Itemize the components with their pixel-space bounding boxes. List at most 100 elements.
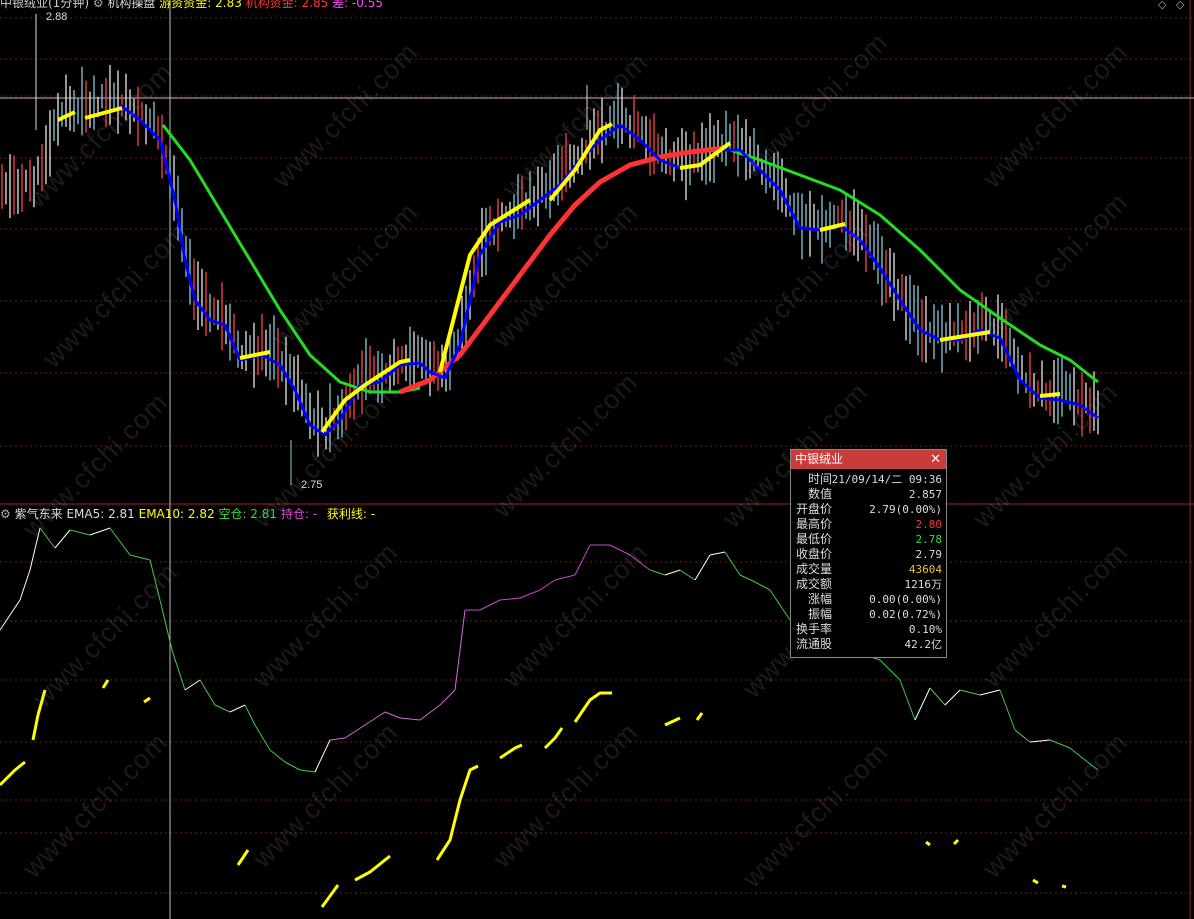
info-row-value: 42.2亿 <box>904 638 943 651</box>
chicang-value: 持仓: - <box>280 507 318 521</box>
sub-line <box>454 609 466 691</box>
yellow-sub-segment <box>664 716 681 727</box>
sub-line <box>54 529 71 549</box>
info-row: 振幅 0.02(0.72%) <box>791 607 946 622</box>
info-row: 换手率 0.10% <box>791 622 946 637</box>
yellow-sub-segment <box>925 840 931 847</box>
info-window-title: 中银绒业 <box>795 452 844 466</box>
sub-line <box>129 554 151 561</box>
sub-line <box>739 574 756 583</box>
info-row-value: 2.79(0.00%) <box>869 503 942 516</box>
gear-icon[interactable]: ⚙ <box>0 507 11 521</box>
yellow-sub-segment <box>1061 884 1067 889</box>
sub-line <box>709 551 726 556</box>
sub-line <box>314 739 331 773</box>
yellow-segment <box>1039 392 1061 398</box>
info-row: 成交额 1216万 <box>791 577 946 592</box>
yellow-sub-segment <box>236 849 250 866</box>
high-price-label: 2.88 <box>46 11 68 23</box>
sub-line <box>899 679 916 721</box>
info-row-label: 成交额 <box>796 577 833 591</box>
sub-line <box>109 527 131 556</box>
info-window-title-bar[interactable]: 中银绒业 ✕ <box>791 450 946 469</box>
sub-line <box>609 544 631 556</box>
yellow-sub-segment <box>31 689 47 741</box>
info-row-label: 涨幅 <box>808 592 833 606</box>
yellow-sub-segment <box>143 696 151 704</box>
sub-line <box>344 724 366 739</box>
sub-line <box>679 569 696 581</box>
info-row-value: 0.10% <box>908 623 942 636</box>
sub-line <box>199 679 216 706</box>
yellow-sub-segment <box>543 727 564 750</box>
sub-line <box>39 527 56 549</box>
sub-line <box>329 737 346 741</box>
sub-line <box>539 579 556 591</box>
yellow-sub-segment <box>499 743 523 760</box>
info-row: 最高价 2.80 <box>791 517 946 532</box>
sub-line <box>19 569 31 601</box>
sub-line <box>769 589 791 621</box>
yellow-segment <box>548 122 613 202</box>
info-row: 收盘价 2.79 <box>791 547 946 562</box>
info-row-value: 2.78 <box>915 533 943 546</box>
info-row-value: 1216万 <box>904 578 943 591</box>
sub-line <box>694 554 711 581</box>
ema5-value: EMA5: 2.81 <box>66 507 135 521</box>
sub-line <box>724 551 741 576</box>
sub-line <box>439 689 456 706</box>
info-row-label: 收盘价 <box>796 547 833 561</box>
low-price-label: 2.75 <box>301 479 323 491</box>
yellow-sub-segment <box>952 838 960 846</box>
sub-indicator-name: 紫气东来 <box>14 507 63 521</box>
yellow-sub-segment <box>320 884 340 908</box>
indicator-name: 机构操盘 <box>107 0 156 10</box>
info-row-value: 2.80 <box>915 518 943 531</box>
sub-line <box>959 689 981 696</box>
sub-line <box>244 704 256 726</box>
yellow-sub-segment <box>354 854 391 882</box>
info-row-value: 2.79 <box>915 548 943 561</box>
sub-line <box>1084 759 1099 771</box>
huolixian-value: 获利线: - <box>326 507 376 521</box>
sub-line <box>479 599 501 611</box>
data-info-window[interactable]: 中银绒业 ✕ 时间 21/09/14/二 09:36 数值 2.857 开盘价 2.79(… <box>790 449 947 658</box>
info-row: 涨幅 0.00(0.00%) <box>791 592 946 607</box>
yellow-sub-segment <box>0 760 26 787</box>
ema10-value: EMA10: 2.82 <box>138 507 215 521</box>
gear-icon[interactable]: ⚙ <box>93 0 104 10</box>
diamond-icon[interactable]: ◇ <box>1176 0 1184 11</box>
info-row-label: 最低价 <box>796 532 833 546</box>
diamond-icon[interactable]: ◇ <box>1158 0 1166 11</box>
sub-line <box>519 589 541 599</box>
sub-line <box>69 529 91 536</box>
info-row-label: 时间 <box>808 472 833 486</box>
info-row-value: 0.02(0.72%) <box>869 608 942 621</box>
kongcang-value: 空仓: 2.81 <box>218 507 278 521</box>
sub-line <box>229 704 246 713</box>
sub-line <box>999 689 1016 731</box>
slow-line <box>729 148 1099 384</box>
sub-line <box>649 569 666 576</box>
sub-line <box>914 687 931 721</box>
info-row-value: 43604 <box>908 563 942 576</box>
info-row-value: 2.857 <box>908 488 942 501</box>
sub-line <box>171 649 186 691</box>
sub-line <box>89 527 111 536</box>
info-row: 流通股 42.2亿 <box>791 637 946 652</box>
close-icon[interactable]: ✕ <box>930 450 941 469</box>
info-row-label: 开盘价 <box>796 502 833 516</box>
info-row-label: 成交量 <box>796 562 833 576</box>
chart-canvas[interactable] <box>0 0 1194 919</box>
sub-line <box>419 704 441 721</box>
sub-line <box>1049 739 1071 749</box>
sub-indicator-header: ⚙ 紫气东来 EMA5: 2.81 EMA10: 2.82 空仓: 2.81 持… <box>0 507 375 521</box>
sub-line <box>299 769 316 773</box>
info-row: 数值 2.857 <box>791 487 946 502</box>
sub-line <box>149 559 161 601</box>
fast-line <box>119 103 1099 437</box>
sub-line <box>29 527 41 571</box>
top-indicator-header: 中银绒业(1分钟) ⚙ 机构操盘 游资资金: 2.83 机构资金: 2.85 差… <box>0 0 383 10</box>
sub-line <box>214 704 231 713</box>
sub-line <box>364 711 386 726</box>
